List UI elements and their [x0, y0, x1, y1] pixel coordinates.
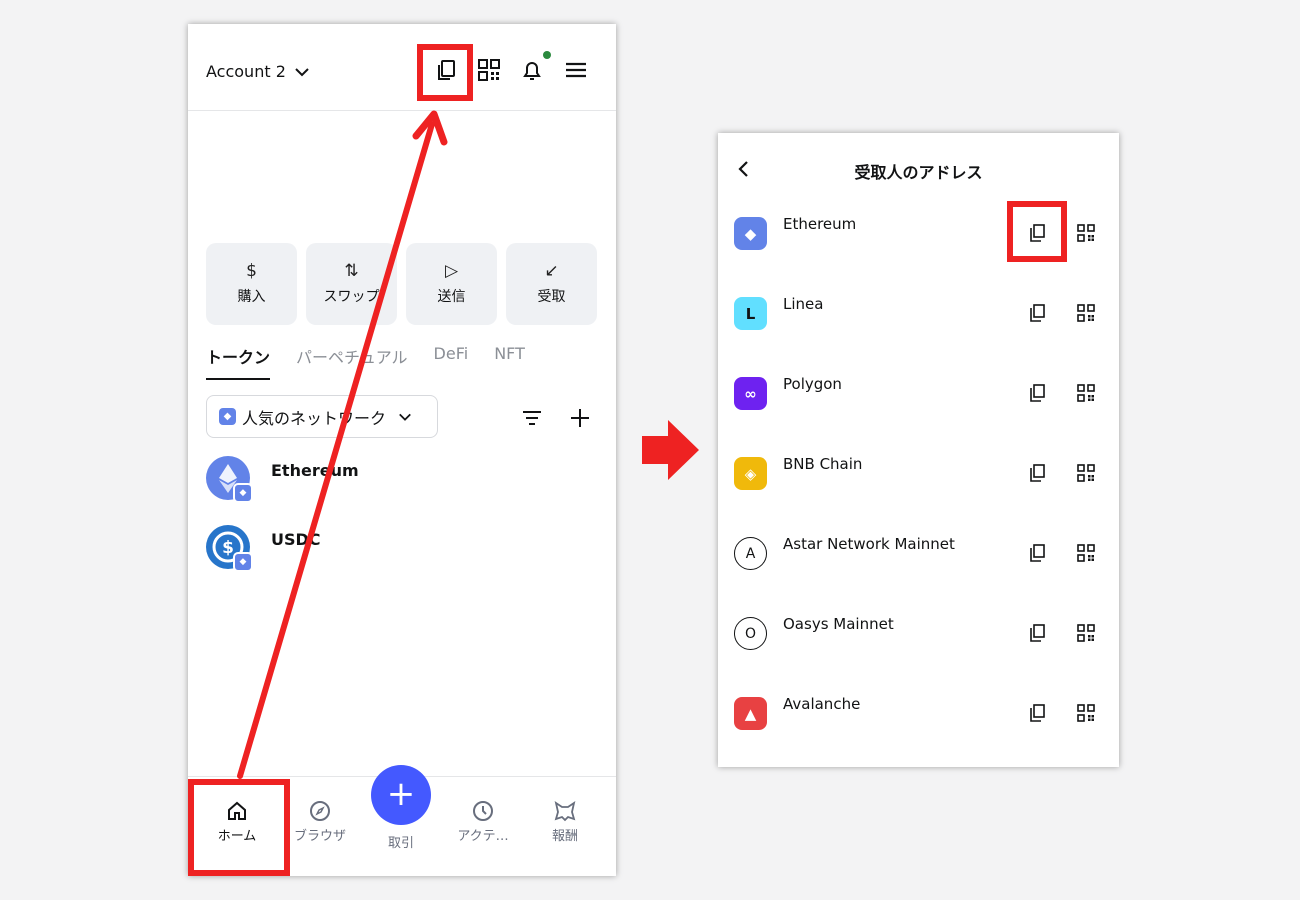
- swap-label: スワップ: [323, 289, 380, 305]
- asset-tabs: トークン パーペチュアル DeFi NFT: [206, 344, 525, 380]
- bnb-icon: ◈: [734, 457, 767, 490]
- add-token-icon[interactable]: [568, 406, 592, 430]
- token-row[interactable]: ◆ Ethereum: [206, 456, 586, 506]
- qr-code-icon[interactable]: [1076, 623, 1096, 643]
- receive-button[interactable]: ↙ 受取: [506, 243, 597, 325]
- qr-code-icon[interactable]: [1076, 383, 1096, 403]
- qr-code-icon[interactable]: [1076, 223, 1096, 243]
- sort-filter-icon[interactable]: [520, 406, 544, 430]
- nav-rewards-label: 報酬: [551, 829, 578, 844]
- bell-icon[interactable]: [519, 57, 545, 83]
- right-arrow-icon: [642, 420, 699, 480]
- network-name: Oasys Mainnet: [783, 615, 894, 633]
- dollar-icon: $: [246, 261, 257, 281]
- list-item: A Astar Network Mainnet: [718, 523, 1119, 603]
- ethereum-icon: ◆: [219, 408, 236, 425]
- network-name: Avalanche: [783, 695, 861, 713]
- buy-button[interactable]: $ 購入: [206, 243, 297, 325]
- receive-label: 受取: [537, 289, 566, 305]
- account-selector[interactable]: Account 2: [206, 62, 310, 81]
- astar-letter-icon: A: [734, 537, 767, 570]
- copy-icon[interactable]: [1027, 303, 1047, 323]
- network-name: Astar Network Mainnet: [783, 535, 955, 553]
- page-title: 受取人のアドレス: [854, 163, 983, 182]
- nav-trade-label: 取引: [387, 836, 414, 851]
- network-name: Ethereum: [783, 215, 857, 233]
- list-item: ∞ Polygon: [718, 363, 1119, 443]
- copy-icon[interactable]: [1027, 623, 1047, 643]
- avalanche-icon: ▲: [734, 697, 767, 730]
- send-button[interactable]: ▷ 送信: [406, 243, 497, 325]
- token-name: USDC: [271, 530, 321, 549]
- nav-browser-label: ブラウザ: [293, 829, 346, 844]
- highlight-ethereum-copy: [1007, 201, 1067, 262]
- copy-icon[interactable]: [1027, 703, 1047, 723]
- swap-icon: ⇅: [344, 261, 359, 281]
- chevron-down-icon: [295, 67, 309, 76]
- action-buttons: $ 購入 ⇅ スワップ ▷ 送信 ↙ 受取: [206, 243, 597, 325]
- tab-perpetuals[interactable]: パーペチュアル: [296, 344, 408, 380]
- qr-code-icon[interactable]: [1076, 463, 1096, 483]
- oasys-letter-icon: O: [734, 617, 767, 650]
- copy-icon[interactable]: [1027, 383, 1047, 403]
- network-name: Linea: [783, 295, 824, 313]
- menu-icon[interactable]: [563, 57, 589, 83]
- token-name: Ethereum: [271, 461, 359, 480]
- list-item: ◈ BNB Chain: [718, 443, 1119, 523]
- nav-activity-label: アクテ…: [457, 829, 509, 844]
- home-screen: Account 2 $ 購入 ⇅ スワップ ▷ 送信 ↙ 受取 トークン パーペ…: [188, 24, 616, 876]
- nav-browser[interactable]: ブラウザ: [279, 797, 361, 844]
- receive-icon: ↙: [544, 261, 559, 281]
- buy-label: 購入: [237, 289, 266, 305]
- tab-nft[interactable]: NFT: [494, 344, 525, 380]
- home-header: Account 2: [188, 24, 616, 111]
- qr-code-icon[interactable]: [1076, 543, 1096, 563]
- ethereum-network-badge: ◆: [233, 483, 253, 503]
- highlight-copy-button: [417, 44, 473, 101]
- chevron-down-icon: [399, 413, 411, 421]
- network-name: Polygon: [783, 375, 842, 393]
- token-row[interactable]: $ ◆ USDC: [206, 525, 586, 575]
- nav-activity[interactable]: アクテ…: [442, 797, 524, 844]
- network-filter-label: 人気のネットワーク: [242, 408, 387, 428]
- tab-tokens[interactable]: トークン: [206, 344, 271, 380]
- account-name: Account 2: [206, 62, 286, 81]
- send-icon: ▷: [444, 261, 459, 281]
- polygon-icon: ∞: [734, 377, 767, 410]
- qr-code-icon[interactable]: [1076, 303, 1096, 323]
- notification-dot: [543, 51, 551, 59]
- copy-icon[interactable]: [1027, 463, 1047, 483]
- network-filter-dropdown[interactable]: ◆ 人気のネットワーク: [206, 395, 438, 438]
- copy-icon[interactable]: [1027, 543, 1047, 563]
- highlight-home-tab: [188, 779, 290, 876]
- fox-icon: [524, 797, 606, 825]
- tab-defi[interactable]: DeFi: [434, 344, 469, 380]
- list-item: O Oasys Mainnet: [718, 603, 1119, 683]
- qr-code-icon[interactable]: [476, 57, 502, 83]
- compass-icon: [279, 797, 361, 825]
- qr-code-icon[interactable]: [1076, 703, 1096, 723]
- linea-icon: L: [734, 297, 767, 330]
- network-name: BNB Chain: [783, 455, 863, 473]
- clock-icon: [442, 797, 524, 825]
- send-label: 送信: [437, 289, 466, 305]
- trade-fab-button[interactable]: +: [371, 765, 431, 825]
- list-item: ▲ Avalanche: [718, 683, 1119, 763]
- swap-button[interactable]: ⇅ スワップ: [306, 243, 397, 325]
- list-item: L Linea: [718, 283, 1119, 363]
- ethereum-icon: ◆: [734, 217, 767, 250]
- ethereum-network-badge: ◆: [233, 552, 253, 572]
- nav-rewards[interactable]: 報酬: [524, 797, 606, 844]
